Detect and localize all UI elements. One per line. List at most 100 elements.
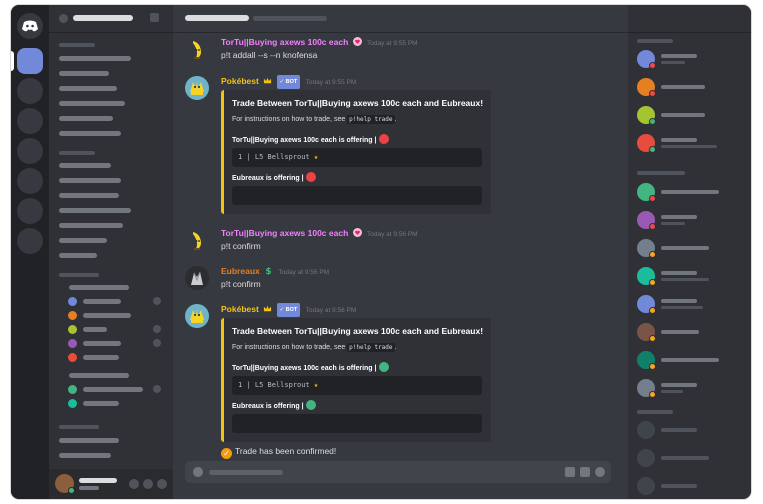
server-header[interactable] — [49, 5, 173, 33]
channel-item[interactable] — [59, 208, 131, 213]
dnd-status-icon — [649, 62, 656, 69]
voice-channel[interactable] — [69, 373, 129, 378]
voice-category-header[interactable] — [59, 273, 99, 277]
member-name[interactable] — [661, 299, 697, 303]
voice-user-name[interactable] — [83, 341, 121, 346]
member-name[interactable] — [661, 190, 719, 194]
voice-user-name[interactable] — [83, 299, 121, 304]
discord-window: TorTu||Buying axews 100c each Today at 9… — [11, 5, 751, 499]
voice-user-name[interactable] — [83, 401, 119, 406]
server-icon[interactable] — [17, 78, 43, 104]
message-text: p!t confirm — [221, 279, 261, 289]
channel-item[interactable] — [59, 453, 111, 458]
gift-icon[interactable] — [565, 467, 575, 477]
member-name[interactable] — [661, 383, 697, 387]
attach-plus-icon[interactable] — [193, 467, 203, 477]
bot-tag: ✓ BOT — [276, 303, 301, 317]
idle-status-icon — [649, 363, 656, 370]
channel-item[interactable] — [59, 71, 109, 76]
channel-item[interactable] — [59, 223, 123, 228]
settings-gear-icon[interactable] — [157, 479, 167, 489]
timestamp: Today at 9:56 PM — [278, 269, 330, 276]
input-placeholder — [209, 470, 283, 475]
voice-user-avatar — [68, 399, 77, 408]
user-avatar-tortu[interactable] — [185, 228, 209, 252]
online-status-icon — [649, 146, 656, 153]
voice-user-name[interactable] — [83, 355, 119, 360]
headphones-icon[interactable] — [143, 479, 153, 489]
channel-item[interactable] — [59, 131, 121, 136]
mic-icon[interactable] — [129, 479, 139, 489]
embed-field-value: 1 | L5 Bellsprout ★ — [232, 148, 482, 167]
voice-user-avatar — [68, 325, 77, 334]
author-name[interactable]: TorTu||Buying axews 100c each — [221, 228, 348, 238]
bot-avatar-pokebest[interactable] — [185, 304, 209, 328]
embed-description: For instructions on how to trade, see p!… — [232, 343, 397, 352]
member-name[interactable] — [661, 330, 699, 334]
author-name[interactable]: Pokébest — [221, 304, 259, 314]
channel-item[interactable] — [59, 438, 119, 443]
user-tag-placeholder — [79, 486, 99, 490]
server-icon[interactable] — [17, 168, 43, 194]
voice-user-name[interactable] — [83, 313, 131, 318]
member-name[interactable] — [661, 215, 697, 219]
voice-user-avatar — [68, 385, 77, 394]
member-name[interactable] — [661, 138, 697, 142]
emoji-icon[interactable] — [595, 467, 605, 477]
svg-text:$: $ — [265, 267, 271, 275]
bot-avatar-pokebest[interactable] — [185, 76, 209, 100]
member-name[interactable] — [661, 54, 697, 58]
offline-member-avatar[interactable] — [637, 421, 655, 439]
voice-user-name[interactable] — [83, 387, 143, 392]
author-name[interactable]: Pokébest — [221, 76, 259, 86]
server-icon[interactable] — [17, 228, 43, 254]
author-name[interactable]: TorTu||Buying axews 100c each — [221, 37, 348, 47]
server-icon[interactable] — [17, 138, 43, 164]
channel-item[interactable] — [59, 116, 113, 121]
user-avatar-tortu[interactable] — [185, 37, 209, 61]
category-header[interactable] — [59, 43, 95, 47]
crown-icon — [264, 77, 272, 84]
member-name[interactable] — [661, 113, 705, 117]
channel-item[interactable] — [59, 253, 97, 258]
author-name[interactable]: Eubreaux — [221, 266, 260, 276]
member-name[interactable] — [661, 484, 697, 488]
member-name[interactable] — [661, 428, 697, 432]
member-name[interactable] — [661, 85, 705, 89]
member-name[interactable] — [661, 456, 709, 460]
offline-member-avatar[interactable] — [637, 449, 655, 467]
voice-user-avatar — [68, 311, 77, 320]
banana-avatar-icon — [193, 41, 201, 59]
voice-user-name[interactable] — [83, 327, 107, 332]
discord-home-button[interactable] — [17, 13, 43, 39]
offline-member-avatar[interactable] — [637, 477, 655, 495]
member-name[interactable] — [661, 246, 709, 250]
user-avatar-eubreaux[interactable] — [185, 266, 209, 290]
channel-item[interactable] — [59, 101, 125, 106]
channel-item[interactable] — [59, 238, 107, 243]
channel-item[interactable] — [59, 86, 117, 91]
embed-field-value-empty — [232, 414, 482, 433]
channel-item[interactable] — [59, 193, 119, 198]
message-header: Eubreaux $ Today at 9:56 PM — [221, 265, 329, 279]
voice-channel[interactable] — [69, 285, 129, 290]
server-icon-active[interactable] — [17, 48, 43, 74]
gif-icon[interactable] — [580, 467, 590, 477]
dropdown-icon[interactable] — [150, 13, 159, 22]
category-header[interactable] — [59, 425, 99, 429]
channel-item[interactable] — [59, 163, 111, 168]
channel-item[interactable] — [59, 56, 131, 61]
mute-icon — [153, 297, 161, 305]
server-name-placeholder — [73, 15, 133, 21]
server-icon[interactable] — [17, 108, 43, 134]
member-name[interactable] — [661, 271, 697, 275]
message-header: TorTu||Buying axews 100c each Today at 9… — [221, 36, 418, 50]
category-header[interactable] — [59, 151, 95, 155]
member-activity — [661, 145, 717, 148]
message-input[interactable] — [185, 461, 611, 483]
command-code: p!help trade — [347, 115, 395, 124]
channel-item[interactable] — [59, 178, 121, 183]
channel-header — [173, 5, 628, 33]
server-icon[interactable] — [17, 198, 43, 224]
member-name[interactable] — [661, 358, 719, 362]
